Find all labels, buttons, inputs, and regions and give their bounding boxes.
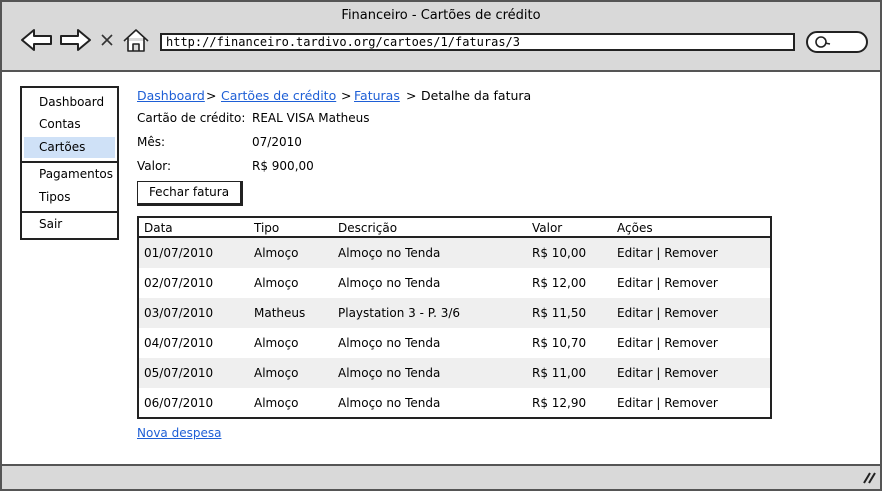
breadcrumb-separator: > <box>206 88 217 103</box>
search-field[interactable] <box>806 31 868 53</box>
cell-value: R$ 10,00 <box>532 246 587 260</box>
header-acoes: Ações <box>617 221 653 235</box>
row-actions[interactable]: Editar | Remover <box>617 396 718 410</box>
table-row: 02/07/2010 Almoço Almoço no Tenda R$ 12,… <box>139 268 770 298</box>
cell-description: Playstation 3 - P. 3/6 <box>338 306 461 320</box>
cell-description: Almoço no Tenda <box>338 366 441 380</box>
cell-description: Almoço no Tenda <box>338 246 441 260</box>
window-title: Financeiro - Cartões de crédito <box>341 8 541 23</box>
sidebar-item-tipos[interactable]: Tipos <box>24 187 115 208</box>
sidebar-item-contas[interactable]: Contas <box>24 114 115 135</box>
header-valor: Valor <box>532 221 563 235</box>
sidebar-item-dashboard[interactable]: Dashboard <box>24 92 115 113</box>
cell-type: Almoço <box>254 396 299 410</box>
breadcrumb-link-cartoes[interactable]: Cartões de crédito <box>221 88 336 104</box>
value-label: Valor: <box>137 159 172 173</box>
table-row: 06/07/2010 Almoço Almoço no Tenda R$ 12,… <box>139 388 770 417</box>
search-icon <box>815 36 831 48</box>
header-descricao: Descrição <box>338 221 398 235</box>
month-label: Mês: <box>137 135 166 149</box>
row-actions[interactable]: Editar | Remover <box>617 276 718 290</box>
cell-value: R$ 11,00 <box>532 366 587 380</box>
row-actions[interactable]: Editar | Remover <box>617 306 718 320</box>
header-tipo: Tipo <box>254 221 280 235</box>
home-icon[interactable] <box>122 28 150 52</box>
breadcrumb-link-dashboard[interactable]: Dashboard <box>137 88 205 104</box>
table-row: 01/07/2010 Almoço Almoço no Tenda R$ 10,… <box>139 238 770 268</box>
sidebar-item-cartoes[interactable]: Cartões <box>24 137 115 158</box>
cell-date: 02/07/2010 <box>144 276 214 290</box>
row-actions[interactable]: Editar | Remover <box>617 336 718 350</box>
sidebar-item-pagamentos[interactable]: Pagamentos <box>24 164 115 185</box>
cell-value: R$ 11,50 <box>532 306 587 320</box>
cell-type: Almoço <box>254 366 299 380</box>
cell-type: Almoço <box>254 336 299 350</box>
card-value: REAL VISA Matheus <box>252 111 370 125</box>
month-value: 07/2010 <box>252 135 302 149</box>
browser-window: Financeiro - Cartões de crédito http://f… <box>0 0 882 491</box>
table-row: 04/07/2010 Almoço Almoço no Tenda R$ 10,… <box>139 328 770 358</box>
cell-description: Almoço no Tenda <box>338 276 441 290</box>
close-icon[interactable] <box>98 28 116 52</box>
status-bar <box>2 464 880 489</box>
cell-date: 01/07/2010 <box>144 246 214 260</box>
cell-value: R$ 12,90 <box>532 396 587 410</box>
cell-date: 03/07/2010 <box>144 306 214 320</box>
resize-grip-icon[interactable] <box>860 470 876 484</box>
cell-type: Matheus <box>254 306 306 320</box>
sidebar-nav: Dashboard Contas Cartões Pagamentos Tipo… <box>20 86 119 240</box>
cell-description: Almoço no Tenda <box>338 336 441 350</box>
breadcrumb-separator: > <box>406 88 417 103</box>
cell-description: Almoço no Tenda <box>338 396 441 410</box>
value-value: R$ 900,00 <box>252 159 314 173</box>
cell-date: 06/07/2010 <box>144 396 214 410</box>
row-actions[interactable]: Editar | Remover <box>617 366 718 380</box>
row-actions[interactable]: Editar | Remover <box>617 246 718 260</box>
new-expense-link[interactable]: Nova despesa <box>137 426 221 440</box>
breadcrumb-link-faturas[interactable]: Faturas <box>354 88 400 104</box>
cell-value: R$ 10,70 <box>532 336 587 350</box>
cell-value: R$ 12,00 <box>532 276 587 290</box>
table-row: 03/07/2010 Matheus Playstation 3 - P. 3/… <box>139 298 770 328</box>
cell-type: Almoço <box>254 246 299 260</box>
table-header: Data Tipo Descrição Valor Ações <box>139 218 770 238</box>
sidebar-divider <box>22 211 117 213</box>
address-bar[interactable]: http://financeiro.tardivo.org/cartoes/1/… <box>160 33 795 51</box>
cell-date: 04/07/2010 <box>144 336 214 350</box>
sidebar-divider <box>22 161 117 163</box>
back-arrow-icon[interactable] <box>20 28 54 52</box>
header-data: Data <box>144 221 173 235</box>
table-row: 05/07/2010 Almoço Almoço no Tenda R$ 11,… <box>139 358 770 388</box>
cell-type: Almoço <box>254 276 299 290</box>
sidebar-item-sair[interactable]: Sair <box>24 214 115 235</box>
breadcrumb-separator: > <box>341 88 352 103</box>
cell-date: 05/07/2010 <box>144 366 214 380</box>
title-bar: Financeiro - Cartões de crédito http://f… <box>2 2 880 72</box>
breadcrumb-current: Detalhe da fatura <box>421 88 532 103</box>
expenses-table: Data Tipo Descrição Valor Ações 01/07/20… <box>137 216 772 419</box>
card-label: Cartão de crédito: <box>137 111 246 125</box>
close-invoice-button[interactable]: Fechar fatura <box>137 181 243 206</box>
forward-arrow-icon[interactable] <box>58 28 92 52</box>
